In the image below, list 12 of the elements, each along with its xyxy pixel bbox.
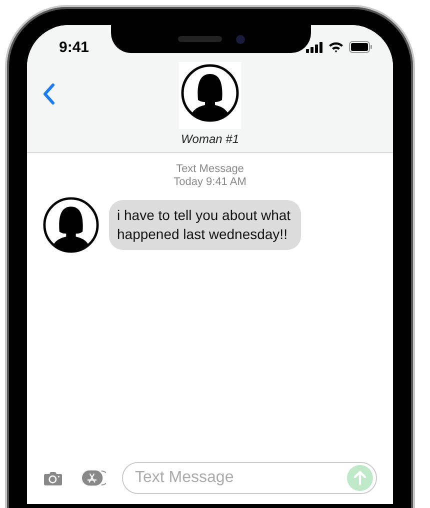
contact-name: Woman #1 bbox=[180, 132, 240, 146]
message-input[interactable]: Text Message bbox=[122, 462, 377, 494]
contact-avatar[interactable] bbox=[181, 64, 239, 122]
thread-label: Text Message bbox=[176, 163, 244, 176]
message-bubble: i have to tell you about what happened last wednesday!! bbox=[109, 200, 301, 250]
signal-icon bbox=[306, 42, 323, 52]
sender-avatar bbox=[43, 197, 99, 253]
wifi-icon bbox=[328, 41, 344, 53]
thread-timestamp: Today 9:41 AM bbox=[174, 176, 246, 189]
status-time: 9:41 bbox=[59, 38, 90, 56]
battery-icon bbox=[349, 41, 373, 53]
back-button[interactable] bbox=[42, 83, 56, 105]
